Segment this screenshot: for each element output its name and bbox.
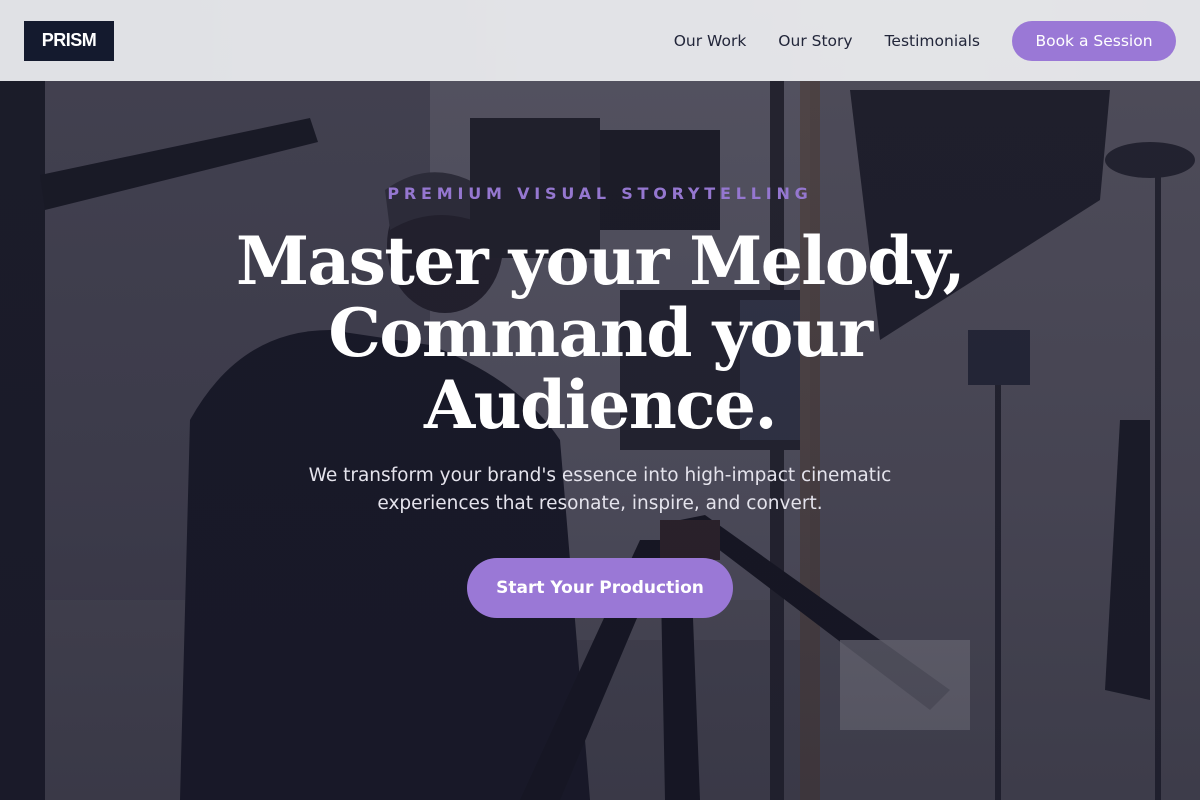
hero-subheadline: We transform your brand's essence into h…	[308, 465, 892, 514]
book-session-button[interactable]: Book a Session	[1012, 20, 1176, 61]
brand-logo[interactable]: PRISM	[24, 20, 114, 61]
hero-eyebrow: PREMIUM VISUAL STORYTELLING	[387, 184, 813, 203]
start-production-button[interactable]: Start Your Production	[467, 558, 733, 618]
nav-links: Our Work Our Story Testimonials Book a S…	[674, 20, 1176, 61]
top-nav-bar: PRISM Our Work Our Story Testimonials Bo…	[0, 0, 1200, 81]
nav-link-our-story[interactable]: Our Story	[778, 32, 852, 50]
brand-logo-text: PRISM	[41, 30, 97, 50]
nav-link-testimonials[interactable]: Testimonials	[885, 32, 980, 50]
nav-link-our-work[interactable]: Our Work	[674, 32, 747, 50]
hero-headline: Master your Melody, Command your Audienc…	[235, 222, 966, 444]
